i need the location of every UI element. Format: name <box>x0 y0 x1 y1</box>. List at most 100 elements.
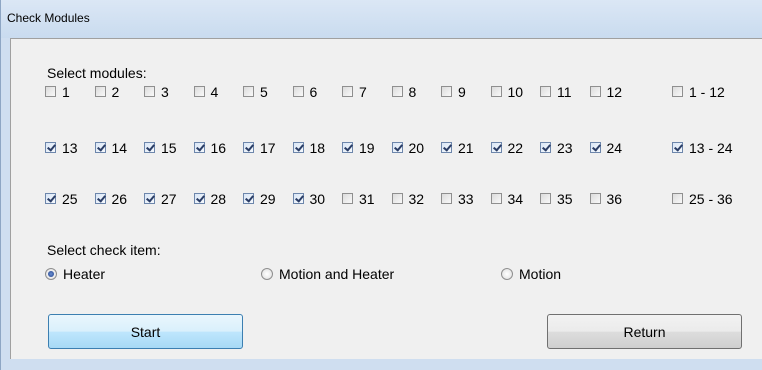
checkbox-checked-icon[interactable] <box>193 142 205 153</box>
module-checkbox[interactable]: 5 <box>243 83 268 100</box>
checkbox-unchecked-icon[interactable] <box>292 86 304 97</box>
checkbox-checked-icon[interactable] <box>45 193 56 204</box>
checkbox-checked-icon[interactable] <box>144 193 155 204</box>
checkbox-checked-icon[interactable] <box>94 193 106 204</box>
radio-unselected-icon[interactable] <box>501 267 513 280</box>
module-range-label: 1 - 12 <box>689 83 725 100</box>
checkbox-checked-icon[interactable] <box>94 142 106 153</box>
module-checkbox[interactable]: 10 <box>490 83 523 100</box>
checkbox-unchecked-icon[interactable] <box>391 86 403 97</box>
checkbox-checked-icon[interactable] <box>391 142 403 153</box>
module-checkbox-label: 2 <box>111 83 120 100</box>
checkbox-checked-icon[interactable] <box>193 193 205 204</box>
module-checkbox[interactable]: 19 <box>342 139 375 156</box>
checkbox-unchecked-icon[interactable] <box>589 86 601 97</box>
module-checkbox[interactable]: 16 <box>193 139 227 156</box>
module-checkbox[interactable]: 32 <box>391 190 424 207</box>
checkbox-unchecked-icon[interactable] <box>441 86 452 97</box>
module-checkbox[interactable]: 3 <box>144 83 169 100</box>
module-checkbox[interactable]: 8 <box>391 83 416 100</box>
module-checkbox[interactable]: 36 <box>589 190 623 207</box>
module-checkbox-label: 16 <box>210 139 227 156</box>
checkbox-unchecked-icon[interactable] <box>672 86 683 97</box>
check-item-radio[interactable]: Motion <box>501 265 561 282</box>
checkbox-checked-icon[interactable] <box>292 193 304 204</box>
checkbox-unchecked-icon[interactable] <box>490 86 502 97</box>
module-checkbox[interactable]: 24 <box>589 139 623 156</box>
module-checkbox-label: 28 <box>210 190 227 207</box>
module-checkbox[interactable]: 25 <box>45 190 78 207</box>
module-checkbox[interactable]: 13 <box>45 139 78 156</box>
checkbox-unchecked-icon[interactable] <box>540 193 551 204</box>
module-checkbox[interactable]: 1 <box>45 83 70 100</box>
module-checkbox[interactable]: 2 <box>94 83 120 100</box>
checkbox-unchecked-icon[interactable] <box>193 86 205 97</box>
checkbox-checked-icon[interactable] <box>243 142 254 153</box>
module-range-checkbox[interactable]: 13 - 24 <box>672 139 733 156</box>
module-checkbox[interactable]: 30 <box>292 190 325 207</box>
module-checkbox-label: 20 <box>408 139 425 156</box>
checkbox-unchecked-icon[interactable] <box>540 86 551 97</box>
checkbox-checked-icon[interactable] <box>589 142 601 153</box>
module-checkbox-label: 24 <box>606 139 623 156</box>
checkbox-checked-icon[interactable] <box>144 142 155 153</box>
checkbox-unchecked-icon[interactable] <box>391 193 403 204</box>
module-checkbox-label: 29 <box>260 190 276 207</box>
module-checkbox[interactable]: 17 <box>243 139 276 156</box>
module-checkbox[interactable]: 26 <box>94 190 127 207</box>
module-checkbox[interactable]: 21 <box>441 139 474 156</box>
checkbox-checked-icon[interactable] <box>45 142 56 153</box>
checkbox-unchecked-icon[interactable] <box>144 86 155 97</box>
radio-unselected-icon[interactable] <box>261 267 273 280</box>
checkbox-checked-icon[interactable] <box>292 142 304 153</box>
module-range-checkbox[interactable]: 25 - 36 <box>672 190 733 207</box>
module-checkbox[interactable]: 18 <box>292 139 325 156</box>
check-item-radio[interactable]: Motion and Heater <box>261 265 394 282</box>
module-checkbox-label: 36 <box>606 190 623 207</box>
module-range-checkbox[interactable]: 1 - 12 <box>672 83 725 100</box>
module-checkbox[interactable]: 4 <box>193 83 218 100</box>
checkbox-unchecked-icon[interactable] <box>342 86 353 97</box>
checkbox-unchecked-icon[interactable] <box>45 86 56 97</box>
module-checkbox[interactable]: 11 <box>540 83 572 100</box>
checkbox-checked-icon[interactable] <box>540 142 551 153</box>
module-checkbox[interactable]: 28 <box>193 190 227 207</box>
return-button[interactable]: Return <box>547 314 742 349</box>
radio-selected-icon[interactable] <box>45 267 57 280</box>
module-checkbox-label: 34 <box>507 190 524 207</box>
module-checkbox[interactable]: 14 <box>94 139 127 156</box>
checkbox-unchecked-icon[interactable] <box>589 193 601 204</box>
checkbox-unchecked-icon[interactable] <box>441 193 452 204</box>
checkbox-checked-icon[interactable] <box>243 193 254 204</box>
check-modules-window: Check Modules Select modules: 1234567891… <box>0 0 762 370</box>
module-checkbox[interactable]: 7 <box>342 83 367 100</box>
module-checkbox[interactable]: 35 <box>540 190 573 207</box>
module-checkbox[interactable]: 23 <box>540 139 573 156</box>
module-checkbox[interactable]: 9 <box>441 83 466 100</box>
checkbox-checked-icon[interactable] <box>441 142 452 153</box>
check-item-radio-label: Motion <box>519 265 562 282</box>
checkbox-unchecked-icon[interactable] <box>342 193 353 204</box>
checkbox-unchecked-icon[interactable] <box>490 193 502 204</box>
module-checkbox[interactable]: 6 <box>292 83 317 100</box>
checkbox-unchecked-icon[interactable] <box>672 193 683 204</box>
module-checkbox-label: 31 <box>359 190 375 207</box>
module-checkbox[interactable]: 29 <box>243 190 276 207</box>
check-item-radio[interactable]: Heater <box>45 265 105 282</box>
checkbox-checked-icon[interactable] <box>490 142 502 153</box>
start-button[interactable]: Start <box>48 314 243 349</box>
module-checkbox[interactable]: 20 <box>391 139 425 156</box>
title-bar[interactable]: Check Modules <box>1 0 762 38</box>
module-checkbox[interactable]: 12 <box>589 83 622 100</box>
checkbox-unchecked-icon[interactable] <box>243 86 254 97</box>
checkbox-checked-icon[interactable] <box>342 142 353 153</box>
module-checkbox-label: 7 <box>359 83 367 100</box>
module-checkbox[interactable]: 33 <box>441 190 474 207</box>
module-checkbox[interactable]: 22 <box>490 139 523 156</box>
module-checkbox[interactable]: 34 <box>490 190 524 207</box>
checkbox-checked-icon[interactable] <box>672 142 683 153</box>
checkbox-unchecked-icon[interactable] <box>94 86 106 97</box>
module-checkbox[interactable]: 27 <box>144 190 177 207</box>
module-checkbox[interactable]: 31 <box>342 190 375 207</box>
module-checkbox[interactable]: 15 <box>144 139 177 156</box>
